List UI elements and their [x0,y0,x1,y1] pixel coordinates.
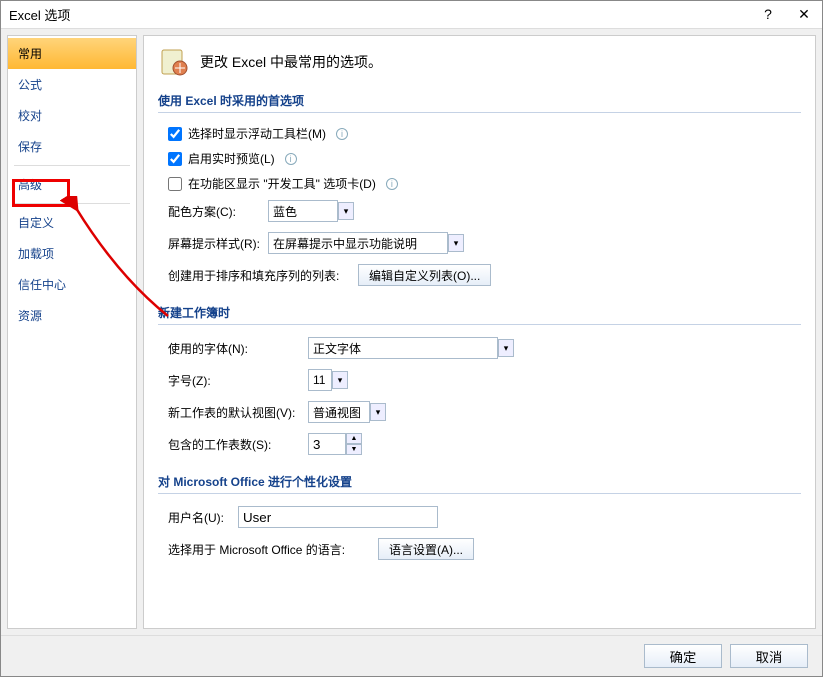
username-label: 用户名(U): [168,509,238,526]
ok-button[interactable]: 确定 [644,644,722,668]
checkbox-label: 启用实时预览(L) [188,150,275,167]
checkbox-label: 选择时显示浮动工具栏(M) [188,125,326,142]
options-icon [158,46,190,78]
language-label: 选择用于 Microsoft Office 的语言: [168,541,378,558]
sidebar-item-addins[interactable]: 加载项 [8,238,136,269]
color-scheme-select[interactable]: 蓝色 [268,200,338,222]
info-icon[interactable]: i [336,128,348,140]
size-select[interactable]: 11 [308,369,332,391]
checkbox-livepreview[interactable] [168,152,182,166]
sidebar-item-customize[interactable]: 自定义 [8,207,136,238]
custom-lists-label: 创建用于排序和填充序列的列表: [168,267,358,284]
view-label: 新工作表的默认视图(V): [168,404,308,421]
color-scheme-label: 配色方案(C): [168,203,268,220]
sidebar-item-resources[interactable]: 资源 [8,300,136,331]
main-panel: 更改 Excel 中最常用的选项。 使用 Excel 时采用的首选项 选择时显示… [143,35,816,629]
info-icon[interactable]: i [386,178,398,190]
sidebar: 常用 公式 校对 保存 高级 自定义 加载项 信任中心 资源 [7,35,137,629]
info-icon[interactable]: i [285,153,297,165]
help-button[interactable]: ? [758,6,778,23]
screentip-select[interactable]: 在屏幕提示中显示功能说明 [268,232,448,254]
dropdown-button[interactable]: ▾ [370,403,386,421]
sidebar-item-proofing[interactable]: 校对 [8,100,136,131]
language-settings-button[interactable]: 语言设置(A)... [378,538,474,560]
edit-custom-lists-button[interactable]: 编辑自定义列表(O)... [358,264,491,286]
section-title-preferences: 使用 Excel 时采用的首选项 [158,92,801,113]
checkbox-label: 在功能区显示 "开发工具" 选项卡(D) [188,175,376,192]
dropdown-button[interactable]: ▾ [332,371,348,389]
size-label: 字号(Z): [168,372,308,389]
sheets-label: 包含的工作表数(S): [168,436,308,453]
dropdown-button[interactable]: ▾ [498,339,514,357]
header-text: 更改 Excel 中最常用的选项。 [200,52,382,72]
username-input[interactable] [238,506,438,528]
dialog-title: Excel 选项 [9,5,758,24]
sidebar-item-trust[interactable]: 信任中心 [8,269,136,300]
sidebar-item-save[interactable]: 保存 [8,131,136,162]
checkbox-minitoolbar[interactable] [168,127,182,141]
spinner-up[interactable]: ▲ [346,433,362,444]
sidebar-item-advanced[interactable]: 高级 [8,169,136,200]
font-select[interactable]: 正文字体 [308,337,498,359]
sidebar-item-common[interactable]: 常用 [8,38,136,69]
section-title-newbook: 新建工作簿时 [158,304,801,325]
close-button[interactable]: ✕ [794,6,814,23]
view-select[interactable]: 普通视图 [308,401,370,423]
spinner-down[interactable]: ▼ [346,444,362,455]
titlebar: Excel 选项 ? ✕ [1,1,822,29]
sheets-spinner[interactable] [308,433,346,455]
sidebar-item-formulas[interactable]: 公式 [8,69,136,100]
section-title-personalize: 对 Microsoft Office 进行个性化设置 [158,473,801,494]
screentip-label: 屏幕提示样式(R): [168,235,268,252]
dropdown-button[interactable]: ▾ [338,202,354,220]
cancel-button[interactable]: 取消 [730,644,808,668]
dialog-footer: 确定 取消 [1,635,822,676]
font-label: 使用的字体(N): [168,340,308,357]
checkbox-developer[interactable] [168,177,182,191]
options-dialog: Excel 选项 ? ✕ 常用 公式 校对 保存 高级 自定义 加载项 信任中心… [0,0,823,677]
dropdown-button[interactable]: ▾ [448,234,464,252]
